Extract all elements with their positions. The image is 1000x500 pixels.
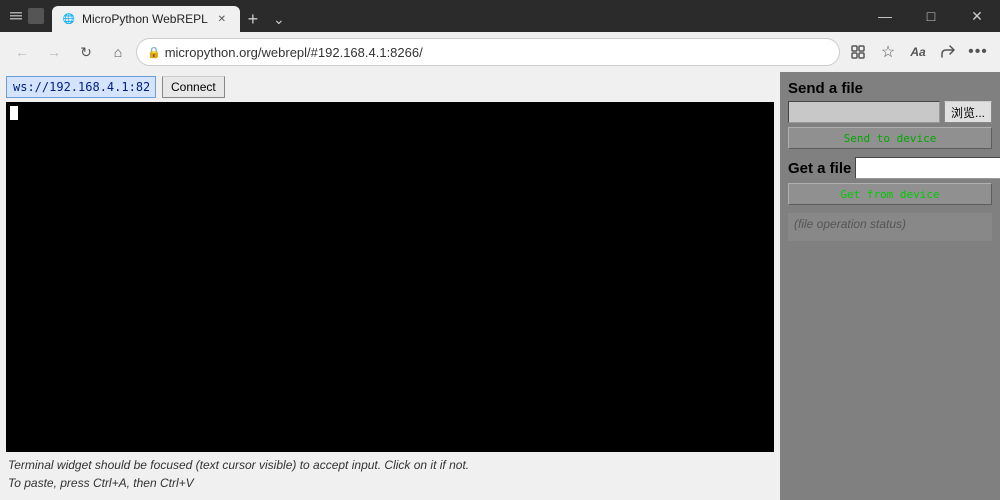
- favorites-button[interactable]: ☆: [874, 38, 902, 66]
- back-button[interactable]: ←: [8, 38, 36, 66]
- send-file-section: Send a file 浏览... Send to device: [788, 80, 992, 149]
- file-operation-status: (file operation status): [788, 213, 992, 241]
- browse-button[interactable]: 浏览...: [944, 101, 992, 123]
- address-lock-icon: 🔒: [147, 46, 161, 59]
- send-file-input[interactable]: [788, 101, 940, 123]
- forward-button[interactable]: →: [40, 38, 68, 66]
- connect-button[interactable]: Connect: [162, 76, 225, 98]
- active-tab[interactable]: 🌐 MicroPython WebREPL ✕: [52, 6, 240, 32]
- browser-tab-icon: [28, 8, 44, 24]
- address-text: micropython.org/webrepl/#192.168.4.1:826…: [165, 45, 829, 60]
- send-to-device-button[interactable]: Send to device: [788, 127, 992, 149]
- new-tab-button[interactable]: +: [240, 6, 266, 32]
- tab-title: MicroPython WebREPL: [82, 12, 208, 26]
- ws-address-input[interactable]: [6, 76, 156, 98]
- get-file-title: Get a file: [788, 160, 851, 177]
- send-file-title: Send a file: [788, 80, 992, 97]
- terminal-cursor: [10, 106, 18, 120]
- tab-favicon: 🌐: [62, 12, 76, 26]
- refresh-button[interactable]: ↻: [72, 38, 100, 66]
- browser-system-icon: [8, 8, 24, 24]
- close-window-button[interactable]: ✕: [954, 0, 1000, 32]
- read-aloud-button[interactable]: Aa: [904, 38, 932, 66]
- tab-close-button[interactable]: ✕: [214, 11, 230, 27]
- tab-dropdown-button[interactable]: ⌄: [266, 6, 292, 32]
- address-bar[interactable]: 🔒 micropython.org/webrepl/#192.168.4.1:8…: [136, 38, 840, 66]
- minimize-button[interactable]: —: [862, 0, 908, 32]
- terminal-hint: Terminal widget should be focused (text …: [6, 452, 774, 496]
- get-from-device-button[interactable]: Get from device: [788, 183, 992, 205]
- more-button[interactable]: •••: [964, 38, 992, 66]
- maximize-button[interactable]: □: [908, 0, 954, 32]
- get-file-section: Get a file Get from device: [788, 157, 992, 205]
- collections-button[interactable]: [844, 38, 872, 66]
- terminal[interactable]: [6, 102, 774, 452]
- share-button[interactable]: [934, 38, 962, 66]
- home-button[interactable]: ⌂: [104, 38, 132, 66]
- get-file-input[interactable]: [855, 157, 1000, 179]
